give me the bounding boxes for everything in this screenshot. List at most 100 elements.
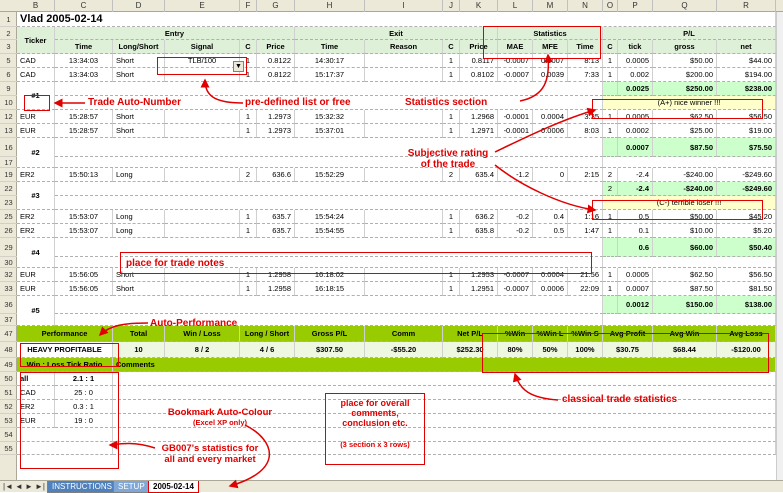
cell-entry-time[interactable]: 15:28:57 [55, 110, 113, 124]
cell-signal[interactable] [165, 224, 240, 238]
cell-entry-price[interactable]: 0.8122 [257, 68, 295, 82]
cell-reason[interactable] [365, 68, 443, 82]
cell-longshort[interactable]: Short [113, 124, 165, 138]
summary-header[interactable]: Gross P/L [295, 326, 365, 342]
summary-value[interactable]: $307.50 [295, 342, 365, 358]
column-header-c[interactable]: C [55, 0, 113, 12]
row-header-6[interactable]: 6 [0, 68, 17, 82]
cell-longshort[interactable]: Short [113, 282, 165, 296]
cell-pl-c[interactable]: 2 [603, 168, 618, 182]
group-tick[interactable]: -2.4 [618, 182, 653, 196]
cell-net[interactable]: $194.00 [717, 68, 776, 82]
header-reason[interactable]: Reason [365, 40, 443, 54]
cell-entry-time[interactable]: 13:34:03 [55, 68, 113, 82]
cell-tick[interactable]: 0.0007 [618, 282, 653, 296]
group-notes[interactable] [55, 296, 603, 314]
cell-entry-time[interactable]: 13:34:03 [55, 54, 113, 68]
column-header-r[interactable]: R [717, 0, 776, 12]
row-header-29[interactable]: 29 [0, 238, 17, 257]
cell-mfe[interactable]: 0.0006 [533, 282, 568, 296]
cell-entry-time[interactable]: 15:53:07 [55, 210, 113, 224]
group-gross[interactable]: $150.00 [653, 296, 717, 314]
cell-mfe[interactable]: 0.0006 [533, 124, 568, 138]
row-header-47[interactable]: 47 [0, 326, 17, 342]
tab-setup[interactable]: SETUP [113, 481, 150, 493]
cell-exit-price[interactable]: 1.2971 [460, 124, 498, 138]
cell-stat-time[interactable]: 22:09 [568, 282, 603, 296]
group-rating-blank[interactable] [603, 257, 776, 268]
cell-entry-c[interactable]: 1 [240, 110, 257, 124]
cell-ticker[interactable]: EUR [17, 268, 55, 282]
group-rating-blank[interactable] [603, 314, 776, 326]
row-header-50[interactable]: 50 [0, 372, 17, 386]
cell-exit-time[interactable]: 15:32:32 [295, 110, 365, 124]
cell-gross[interactable]: $25.00 [653, 124, 717, 138]
cell-exit-price[interactable]: 1.2968 [460, 110, 498, 124]
cell-entry-price[interactable]: 1.2973 [257, 110, 295, 124]
cell-entry-time[interactable]: 15:53:07 [55, 224, 113, 238]
group-rating-blank[interactable] [603, 157, 776, 168]
cell-exit-c[interactable]: 1 [443, 110, 460, 124]
column-header-q[interactable]: Q [653, 0, 717, 12]
cell-reason[interactable] [365, 168, 443, 182]
cell-entry-price[interactable]: 1.2958 [257, 282, 295, 296]
summary-value[interactable]: 10 [113, 342, 165, 358]
cell-entry-time[interactable]: 15:56:05 [55, 282, 113, 296]
cell-net[interactable]: $44.00 [717, 54, 776, 68]
header-time[interactable]: Time [295, 40, 365, 54]
row-header-19[interactable]: 19 [0, 168, 17, 182]
row-header-2[interactable]: 2 [0, 27, 17, 40]
cell-net[interactable]: $56.50 [717, 268, 776, 282]
group-notes[interactable] [55, 182, 603, 196]
cell-longshort[interactable]: Short [113, 110, 165, 124]
header-price[interactable]: Price [257, 40, 295, 54]
row-header-49[interactable]: 49 [0, 358, 17, 372]
cell-net[interactable]: $5.20 [717, 224, 776, 238]
cell-entry-time[interactable]: 15:28:57 [55, 124, 113, 138]
row-header-23[interactable]: 23 [0, 196, 17, 210]
column-header-i[interactable]: I [365, 0, 443, 12]
cell-entry-c[interactable]: 1 [240, 224, 257, 238]
cell-entry-price[interactable]: 0.8122 [257, 54, 295, 68]
row-header-1[interactable]: 1 [0, 12, 17, 27]
cell-gross[interactable]: -$240.00 [653, 168, 717, 182]
header-tick[interactable]: tick [618, 40, 653, 54]
cell-tick[interactable]: -2.4 [618, 168, 653, 182]
cell-mfe[interactable]: 0.0039 [533, 68, 568, 82]
header-pl[interactable]: P/L [603, 27, 776, 40]
cell-exit-c[interactable]: 1 [443, 224, 460, 238]
cell-exit-price[interactable]: 636.2 [460, 210, 498, 224]
last-sheet-icon[interactable]: ►| [35, 482, 45, 491]
row-header-51[interactable]: 51 [0, 386, 17, 400]
cell-pl-c[interactable]: 1 [603, 224, 618, 238]
row-header-36[interactable]: 36 [0, 296, 17, 314]
group-tick[interactable]: 0.0012 [618, 296, 653, 314]
cell-gross[interactable]: $10.00 [653, 224, 717, 238]
vertical-scrollbar[interactable] [776, 12, 783, 480]
column-header-e[interactable]: E [165, 0, 240, 12]
row-header-16[interactable]: 16 [0, 138, 17, 157]
cell-pl-c[interactable]: 1 [603, 124, 618, 138]
comments-area[interactable] [113, 428, 776, 442]
column-header-d[interactable]: D [113, 0, 165, 12]
cell-mfe[interactable]: 0.0004 [533, 110, 568, 124]
group-net[interactable]: $50.40 [717, 238, 776, 257]
cell-exit-c[interactable]: 1 [443, 124, 460, 138]
row-header-53[interactable]: 53 [0, 414, 17, 428]
cell-exit-price[interactable]: 1.2951 [460, 282, 498, 296]
row-header-33[interactable]: 33 [0, 282, 17, 296]
next-sheet-icon[interactable]: ► [25, 482, 33, 491]
row-header-26[interactable]: 26 [0, 224, 17, 238]
cell-exit-price[interactable]: 635.8 [460, 224, 498, 238]
column-header-o[interactable]: O [603, 0, 618, 12]
row-header-5[interactable]: 5 [0, 54, 17, 68]
group-notes-2[interactable] [55, 314, 603, 326]
cell-tick[interactable]: 0.002 [618, 68, 653, 82]
header-entry[interactable]: Entry [55, 27, 295, 40]
group-label[interactable]: #4 [17, 238, 55, 268]
header-net[interactable]: net [717, 40, 776, 54]
tab-instructions[interactable]: INSTRUCTIONS [47, 481, 117, 493]
row-header-54[interactable]: 54 [0, 428, 17, 442]
row-header-37[interactable]: 37 [0, 314, 17, 326]
cell-mae[interactable]: -0.0007 [498, 282, 533, 296]
